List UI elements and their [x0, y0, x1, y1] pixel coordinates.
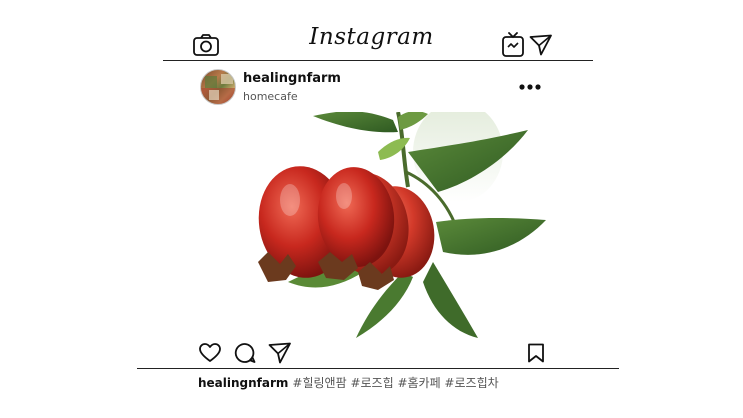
bookmark-icon[interactable]: [527, 343, 545, 363]
app-logo: Instagram: [309, 24, 434, 50]
caption-divider: [137, 368, 619, 369]
more-options-icon[interactable]: [519, 83, 541, 91]
share-icon[interactable]: [268, 342, 292, 364]
caption-username[interactable]: healingnfarm: [198, 376, 288, 390]
post-caption: healingnfarm #힐링앤팜 #로즈힙 #홈카페 #로즈힙차: [198, 374, 499, 391]
post-location[interactable]: homecafe: [243, 90, 298, 103]
post-image[interactable]: [238, 112, 548, 340]
avatar[interactable]: [200, 69, 236, 105]
igtv-icon[interactable]: [501, 32, 525, 58]
post-username[interactable]: healingnfarm: [243, 71, 341, 86]
header-divider: [163, 60, 593, 61]
like-heart-icon[interactable]: [199, 343, 221, 363]
comment-icon[interactable]: [234, 342, 256, 364]
direct-message-icon[interactable]: [529, 34, 553, 56]
caption-hashtags[interactable]: #힐링앤팜 #로즈힙 #홈카페 #로즈힙차: [292, 376, 498, 390]
